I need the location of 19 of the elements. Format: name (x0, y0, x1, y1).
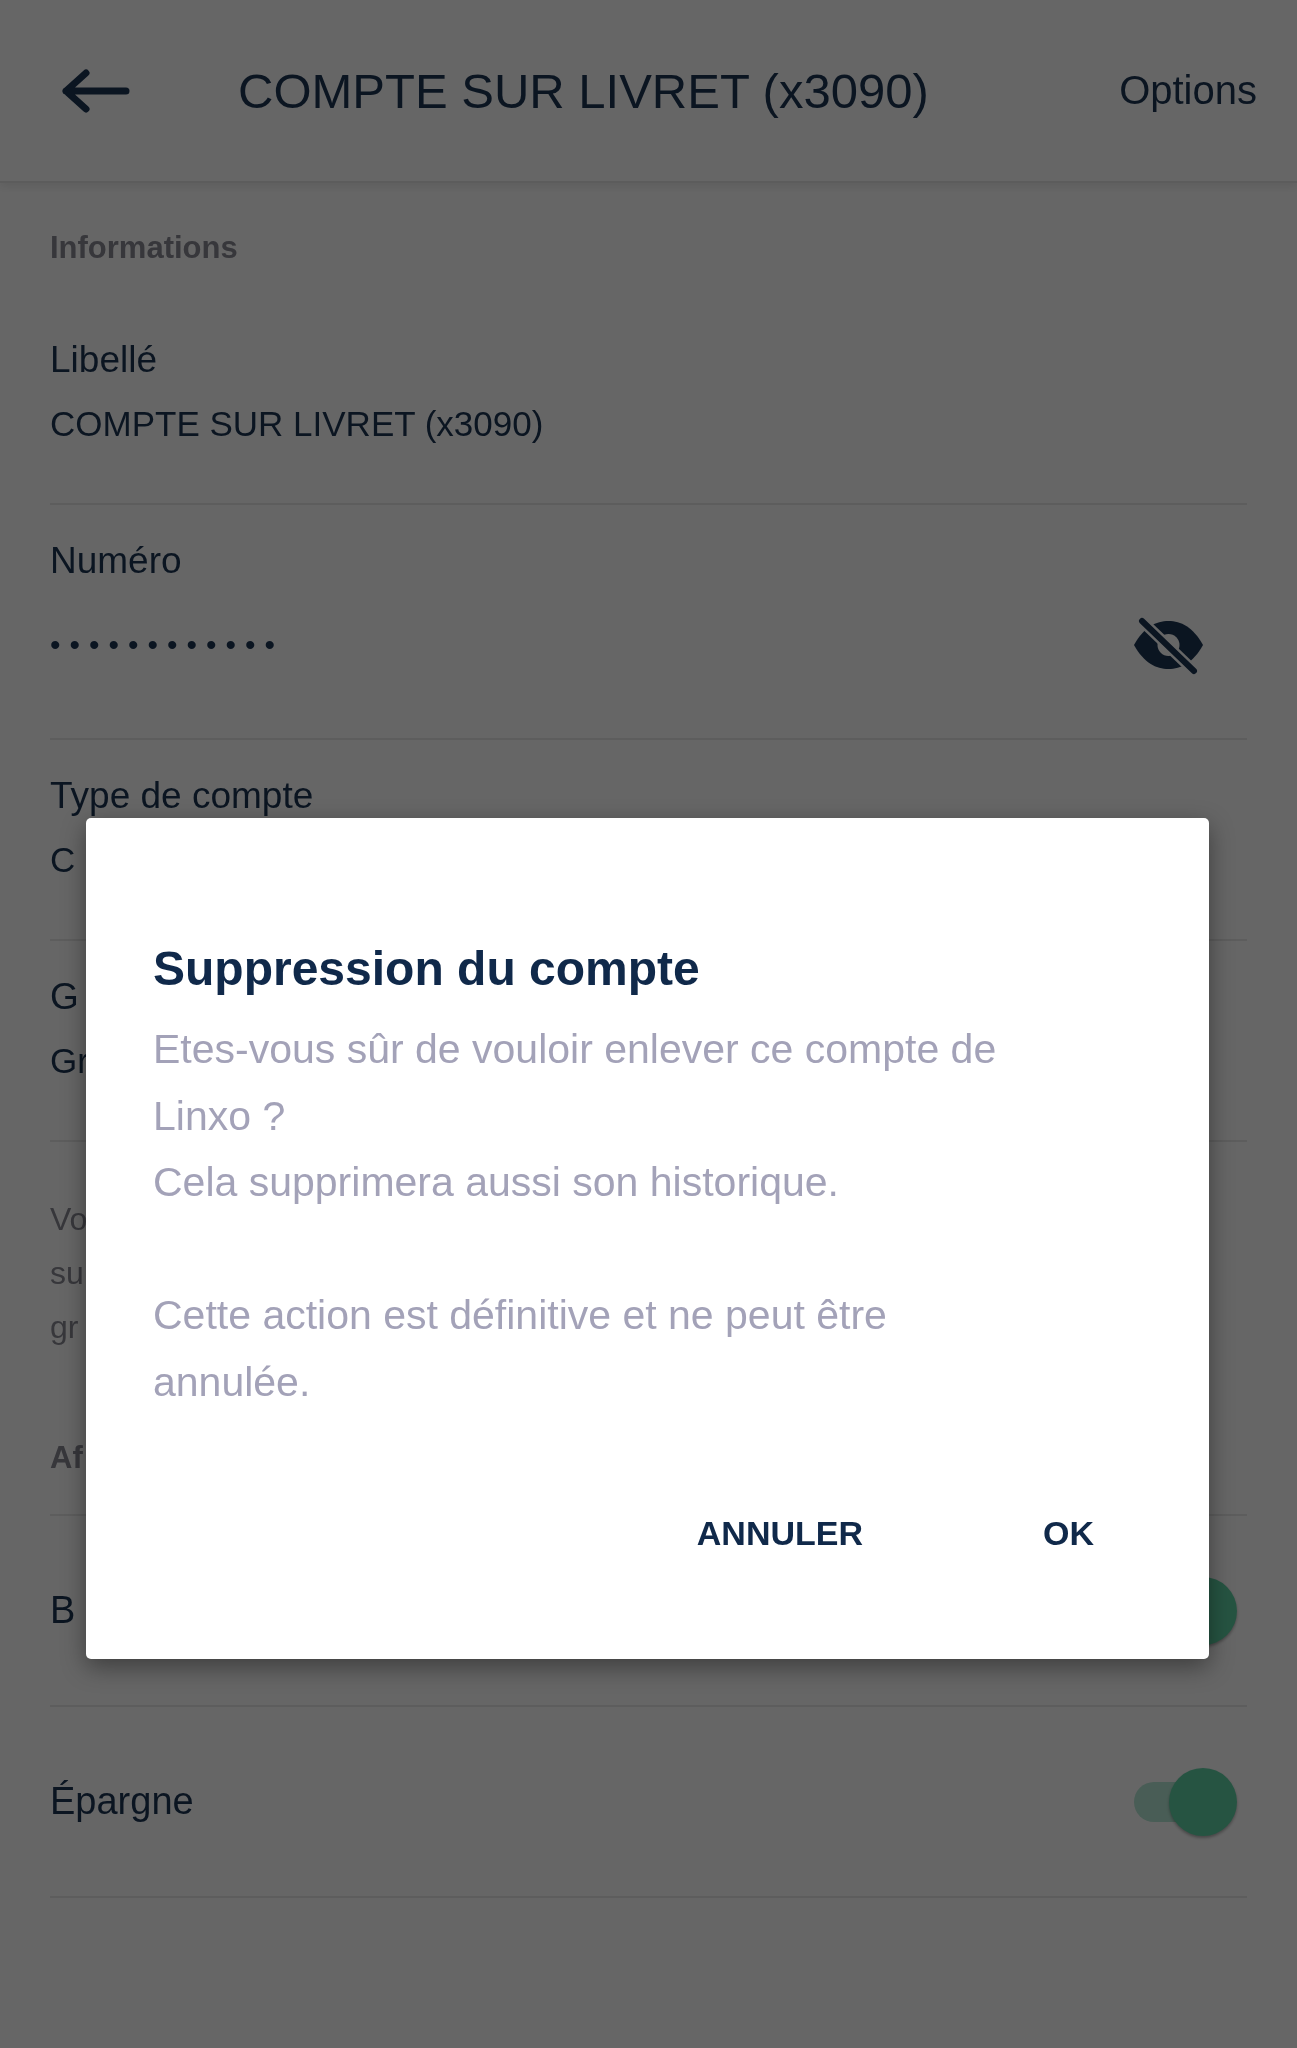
ok-button[interactable]: OK (1013, 1494, 1124, 1571)
toggle-label: B (50, 1589, 76, 1632)
masked-value: •••••••••••• (50, 628, 285, 662)
toggle-switch[interactable] (1134, 1767, 1237, 1836)
dialog-title: Suppression du compte (153, 941, 701, 997)
field-value: Gr (50, 1040, 89, 1082)
toggle-label: Épargne (50, 1780, 194, 1823)
cancel-button[interactable]: ANNULER (666, 1494, 893, 1571)
field-label: Libellé (50, 338, 157, 382)
field-value: C (50, 839, 76, 881)
field-label: Numéro (50, 539, 183, 583)
dialog-message: Cela supprimera aussi son historique. (153, 1158, 840, 1208)
dialog-message: Cette action est définitive et ne peut être annulée. (153, 1291, 888, 1407)
field-value: COMPTE SUR LIVRET (x3090) (50, 403, 544, 445)
field-label: G (50, 975, 79, 1019)
field-label: Type de compte (50, 774, 314, 818)
eye-slash-icon[interactable] (1132, 615, 1205, 675)
page-title: COMPTE SUR LIVRET (x3090) (238, 62, 930, 119)
dialog-message: Etes-vous sûr de vouloir enlever ce compte de Linxo ? (153, 1025, 998, 1141)
